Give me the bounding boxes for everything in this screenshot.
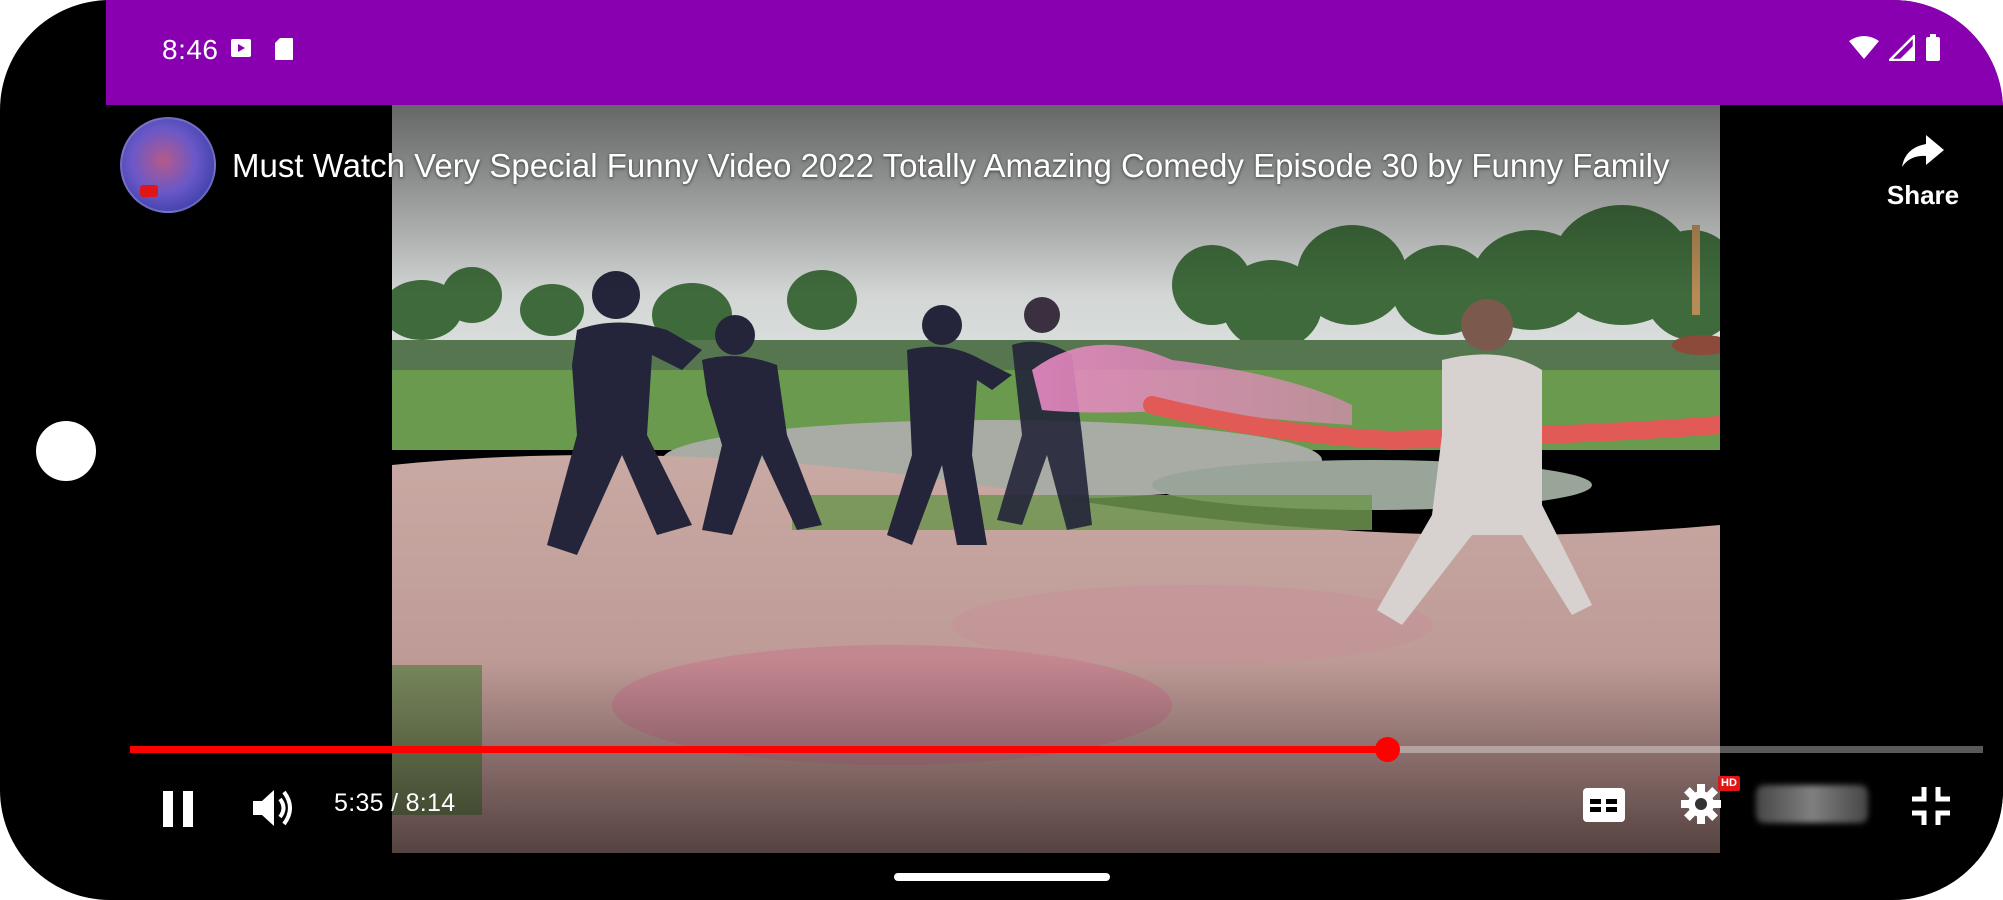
status-bar: 8:46 xyxy=(106,0,2003,105)
battery-icon xyxy=(1925,34,1941,67)
progress-bar[interactable] xyxy=(130,737,1983,762)
video-title[interactable]: Must Watch Very Special Funny Video 2022… xyxy=(232,147,1669,185)
top-scrim xyxy=(106,105,2003,295)
youtube-badge-icon xyxy=(140,185,158,197)
share-arrow-icon xyxy=(1900,135,1946,173)
phone-frame: 8:46 Must Watch Very Special Funny Video… xyxy=(0,0,2003,900)
quality-label[interactable] xyxy=(1756,785,1868,823)
share-button[interactable]: Share xyxy=(1868,133,1978,223)
captions-icon[interactable] xyxy=(1582,787,1626,828)
settings-icon[interactable] xyxy=(1680,783,1722,830)
wifi-icon xyxy=(1849,36,1879,65)
sd-card-icon xyxy=(274,37,294,66)
hd-badge: HD xyxy=(1718,776,1740,791)
pause-icon[interactable] xyxy=(160,789,196,834)
signal-icon xyxy=(1886,32,1916,66)
home-indicator[interactable] xyxy=(894,873,1110,881)
media-icon xyxy=(230,37,252,64)
share-label: Share xyxy=(1886,180,1960,210)
gesture-handle[interactable] xyxy=(36,421,96,481)
video-player[interactable]: Must Watch Very Special Funny Video 2022… xyxy=(106,105,2003,861)
exit-fullscreen-icon[interactable] xyxy=(1910,785,1952,832)
channel-avatar[interactable] xyxy=(120,117,216,213)
time-display: 5:35 / 8:14 xyxy=(334,789,456,817)
scrubber-handle[interactable] xyxy=(1375,737,1401,762)
progress-played xyxy=(130,746,1388,753)
volume-icon[interactable] xyxy=(250,785,296,836)
status-time: 8:46 xyxy=(162,34,219,65)
bottom-scrim xyxy=(106,661,2003,861)
